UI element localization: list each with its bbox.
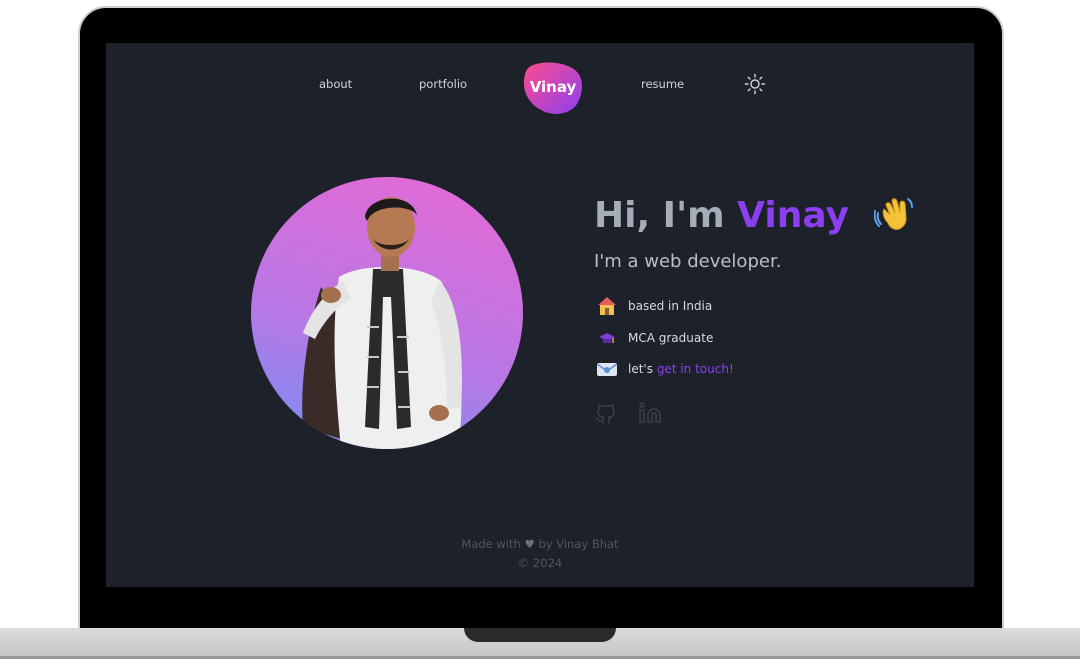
info-contact-prefix: let's: [628, 362, 653, 376]
hero-name: Vinay: [737, 195, 850, 236]
info-location-text: based in India: [628, 299, 713, 313]
github-icon: [595, 404, 615, 424]
laptop-base-edge: [0, 656, 1080, 659]
footer-credit: Made with ♥ by Vinay Bhat: [106, 537, 974, 551]
hero-greeting: Hi, I'm: [594, 195, 725, 236]
nav-portfolio-link[interactable]: portfolio: [419, 77, 467, 91]
footer-made-with: Made with: [461, 537, 521, 551]
theme-toggle-button[interactable]: [744, 73, 766, 95]
hero-subtitle: I'm a web developer.: [594, 251, 782, 272]
info-education-text: MCA graduate: [628, 331, 714, 345]
info-education: MCA graduate: [596, 328, 713, 348]
nav-resume-link[interactable]: resume: [641, 77, 684, 91]
github-link[interactable]: [594, 401, 618, 425]
logo[interactable]: Vinay: [521, 60, 585, 116]
linkedin-link[interactable]: [638, 401, 662, 425]
house-icon: [596, 296, 618, 316]
hero-heading: Hi, I'm Vinay: [594, 193, 914, 236]
heart-icon: ♥: [524, 537, 535, 551]
info-contact: let's get in touch!: [596, 359, 734, 379]
info-location: based in India: [596, 296, 712, 316]
laptop-notch: [464, 628, 616, 642]
get-in-touch-link[interactable]: get in touch!: [657, 362, 734, 376]
graduation-cap-icon: [596, 328, 618, 348]
footer-copyright: © 2024: [517, 556, 563, 570]
nav-about-link[interactable]: about: [319, 77, 352, 91]
waving-hand-icon: [873, 198, 913, 230]
profile-avatar: [251, 177, 523, 449]
footer-author: by Vinay Bhat: [538, 537, 619, 551]
browser-viewport: about portfolio Vinay resume Hi, I'm Vin…: [106, 43, 974, 587]
envelope-icon: [596, 359, 618, 379]
logo-text: Vinay: [529, 78, 577, 96]
sun-icon: [744, 73, 766, 95]
linkedin-icon: [639, 402, 661, 423]
